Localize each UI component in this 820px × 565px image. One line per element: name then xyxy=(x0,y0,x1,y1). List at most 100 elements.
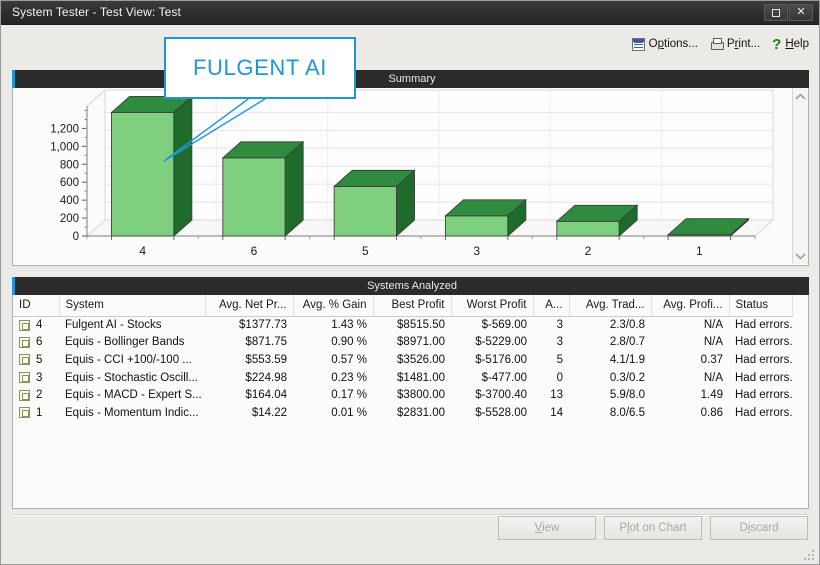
cell-best-profit: $3800.00 xyxy=(397,389,445,402)
window-title: System Tester - Test View: Test xyxy=(12,5,181,19)
svg-text:1: 1 xyxy=(696,244,703,258)
summary-panel-body: 0 200 400 600 800 1,000 1,200 4 6 5 3 2 1 xyxy=(12,88,809,266)
cell-id-text: 5 xyxy=(36,353,43,366)
scroll-up-icon[interactable] xyxy=(793,88,808,105)
system-icon xyxy=(19,354,30,366)
cell-best-profit: $2831.00 xyxy=(397,406,445,419)
cell-status: Had errors. xyxy=(735,319,792,332)
help-button[interactable]: ? Help xyxy=(772,37,809,52)
systems-panel-title: Systems Analyzed xyxy=(367,280,457,292)
systems-table[interactable]: ID System Avg. Net Pr... Avg. % Gain Bes… xyxy=(13,295,793,422)
cell-system: Equis - MACD - Expert S... xyxy=(65,389,202,402)
svg-text:0: 0 xyxy=(73,231,79,243)
cell-worst-profit: $-5528.00 xyxy=(475,406,527,419)
table-row[interactable]: 6 Equis - Bollinger Bands $871.75 0.90 % $89… xyxy=(13,334,792,352)
options-label: Options... xyxy=(648,38,698,50)
column-header-avg-pct-gain[interactable]: Avg. % Gain xyxy=(293,295,374,317)
cell-status: Had errors. xyxy=(735,371,792,384)
column-header-status[interactable]: Status xyxy=(729,295,793,317)
table-row[interactable]: 5 Equis - CCI +100/-100 ... $553.59 0.57 % $… xyxy=(13,351,792,369)
cell-avg-trades: 0.3/0.2 xyxy=(609,371,645,384)
column-header-best-profit[interactable]: Best Profit xyxy=(373,295,452,317)
cell-system: Equis - Momentum Indic... xyxy=(65,406,199,419)
cell-id: 3 xyxy=(13,369,59,387)
table-row[interactable]: 1 Equis - Momentum Indic... $14.22 0.01 % $2… xyxy=(13,404,792,422)
cell-avg-net-profit: $164.04 xyxy=(245,389,287,402)
systems-table-body: 4 Fulgent AI - Stocks $1377.73 1.43 % $8515.… xyxy=(13,316,792,422)
column-header-avg-net-profit[interactable]: Avg. Net Pr... xyxy=(205,295,294,317)
toolbar: Options... Print... ? Help xyxy=(631,34,809,54)
system-tester-window: System Tester - Test View: Test ✕ Option… xyxy=(0,0,820,565)
svg-text:4: 4 xyxy=(139,244,146,258)
restore-window-button[interactable] xyxy=(764,4,788,21)
footer-button-bar: View Plot on Chart Discard xyxy=(498,516,808,540)
system-icon xyxy=(19,407,30,419)
fulgent-ai-callout: FULGENT AI xyxy=(164,37,356,99)
plot-on-chart-button-label: Plot on Chart xyxy=(619,522,687,534)
cell-id: 5 xyxy=(13,351,59,369)
cell-id-text: 4 xyxy=(36,319,43,332)
cell-avg-pct-gain: 0.23 % xyxy=(331,371,367,384)
scroll-down-icon[interactable] xyxy=(793,247,808,264)
table-header-row: ID System Avg. Net Pr... Avg. % Gain Bes… xyxy=(13,295,793,317)
cell-a: 0 xyxy=(556,371,563,384)
print-button[interactable]: Print... xyxy=(710,38,760,50)
systems-panel-header: Systems Analyzed xyxy=(12,277,809,295)
options-button[interactable]: Options... xyxy=(631,37,698,51)
cell-avg-trades: 2.8/0.7 xyxy=(609,336,645,349)
cell-a: 3 xyxy=(556,336,563,349)
system-icon xyxy=(19,319,30,331)
cell-avg-profit: 0.86 xyxy=(700,406,723,419)
cell-avg-profit: 0.37 xyxy=(700,353,723,366)
cell-id: 1 xyxy=(13,404,59,422)
system-icon xyxy=(19,336,30,348)
cell-a: 5 xyxy=(556,353,563,366)
cell-avg-net-profit: $871.75 xyxy=(245,336,287,349)
cell-id: 6 xyxy=(13,334,59,352)
cell-avg-trades: 5.9/8.0 xyxy=(609,389,645,402)
column-header-worst-profit[interactable]: Worst Profit xyxy=(451,295,534,317)
title-bar: System Tester - Test View: Test ✕ xyxy=(1,1,819,25)
cell-avg-net-profit: $224.98 xyxy=(245,371,287,384)
cell-avg-profit: N/A xyxy=(703,319,723,332)
column-header-a[interactable]: A... xyxy=(533,295,570,317)
cell-avg-trades: 8.0/6.5 xyxy=(609,406,645,419)
summary-panel-title: Summary xyxy=(388,73,436,85)
cell-best-profit: $8971.00 xyxy=(397,336,445,349)
cell-avg-trades: 4.1/1.9 xyxy=(609,353,645,366)
view-button-label: View xyxy=(534,522,560,534)
cell-a: 13 xyxy=(550,389,563,402)
chart-svg: 0 200 400 600 800 1,000 1,200 4 6 5 3 2 1 xyxy=(50,88,775,258)
discard-button-label: Discard xyxy=(739,522,779,534)
net-profit-bar-chart[interactable]: 0 200 400 600 800 1,000 1,200 4 6 5 3 2 1 xyxy=(13,88,779,264)
systems-table-header: ID System Avg. Net Pr... Avg. % Gain Bes… xyxy=(13,295,793,317)
svg-text:1,000: 1,000 xyxy=(50,141,79,153)
column-header-system[interactable]: System xyxy=(59,295,206,317)
close-window-button[interactable]: ✕ xyxy=(789,4,813,21)
cell-best-profit: $1481.00 xyxy=(397,371,445,384)
column-header-avg-profit[interactable]: Avg. Profi... xyxy=(651,295,730,317)
table-row[interactable]: 2 Equis - MACD - Expert S... $164.04 0.17 %… xyxy=(13,386,792,404)
cell-avg-pct-gain: 0.17 % xyxy=(331,389,367,402)
system-icon xyxy=(19,372,30,384)
cell-avg-pct-gain: 0.90 % xyxy=(331,336,367,349)
chart-vertical-scrollbar[interactable] xyxy=(792,88,808,264)
discard-button[interactable]: Discard xyxy=(710,516,808,540)
cell-avg-net-profit: $14.22 xyxy=(251,406,287,419)
view-button[interactable]: View xyxy=(498,516,596,540)
table-row[interactable]: 3 Equis - Stochastic Oscill... $224.98 0.23… xyxy=(13,369,792,387)
print-label: Print... xyxy=(726,38,761,50)
cell-status: Had errors. xyxy=(735,353,792,366)
svg-text:800: 800 xyxy=(60,159,79,171)
cell-avg-pct-gain: 1.43 % xyxy=(331,319,367,332)
question-mark-icon: ? xyxy=(772,35,782,53)
cell-avg-profit: N/A xyxy=(703,336,723,349)
plot-on-chart-button[interactable]: Plot on Chart xyxy=(604,516,702,540)
summary-panel: Summary 0 200 400 600 800 1,000 1,200 4 6 5 3 2 1 xyxy=(12,70,809,266)
table-row[interactable]: 4 Fulgent AI - Stocks $1377.73 1.43 % $8515.… xyxy=(13,316,792,334)
column-header-id[interactable]: ID xyxy=(13,295,60,317)
cell-avg-profit: 1.49 xyxy=(700,389,723,402)
column-header-avg-trades[interactable]: Avg. Trad... xyxy=(569,295,652,317)
summary-panel-header: Summary xyxy=(12,70,809,88)
resize-grip-icon[interactable] xyxy=(804,550,816,562)
